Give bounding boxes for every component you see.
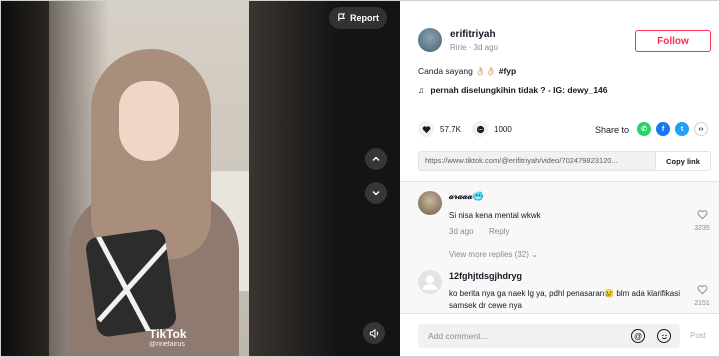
like-count: 57.7K bbox=[440, 124, 461, 134]
report-button[interactable]: Report bbox=[329, 7, 387, 29]
comment-list[interactable]: 𝒶𝓇𝒶𝒶𝒶🥶 Si nisa kena mental wkwk 3d ago R… bbox=[400, 181, 719, 313]
comment-composer: @ Post bbox=[400, 313, 719, 356]
emoji-icon[interactable] bbox=[657, 329, 671, 343]
comment-avatar[interactable] bbox=[418, 191, 442, 215]
tiktok-video-page: TikTok @ririefairus Report erifitriyah R… bbox=[0, 0, 720, 357]
heart-outline-icon bbox=[697, 285, 707, 295]
video-link-box: https://www.tiktok.com/@erifitriyah/vide… bbox=[418, 151, 711, 171]
comment-like-count: 3235 bbox=[694, 225, 710, 232]
music-note-icon: ♫ bbox=[418, 85, 425, 95]
video-link-text[interactable]: https://www.tiktok.com/@erifitriyah/vide… bbox=[419, 152, 655, 170]
like-button[interactable]: 57.7K bbox=[418, 121, 461, 137]
copy-link-button[interactable]: Copy link bbox=[655, 152, 710, 170]
watermark-username: @ririefairus bbox=[149, 341, 185, 348]
follow-button[interactable]: Follow bbox=[635, 30, 711, 52]
comment-author[interactable]: 12fghjtdsgjhdryg bbox=[449, 271, 522, 281]
embed-icon[interactable]: ‹› bbox=[694, 122, 708, 136]
video-person-face bbox=[119, 81, 179, 161]
next-video-button[interactable] bbox=[365, 182, 387, 204]
comment-text: ko berita nya ga naek lg ya, pdhl penasa… bbox=[449, 289, 680, 310]
music-title: pernah diselungkihin tidak ? - IG: dewy_… bbox=[430, 85, 608, 95]
volume-button[interactable] bbox=[363, 322, 385, 344]
video-player[interactable]: TikTok @ririefairus Report bbox=[1, 1, 400, 356]
whatsapp-icon[interactable]: ✆ bbox=[637, 122, 651, 136]
music-link[interactable]: ♫ pernah diselungkihin tidak ? - IG: dew… bbox=[418, 85, 608, 95]
video-pillow bbox=[84, 227, 178, 339]
comment-text: Si nisa kena mental wkwk bbox=[449, 211, 541, 220]
video-frame[interactable] bbox=[49, 1, 249, 356]
video-caption: Canda sayang 👌🏻👌🏻 #fyp bbox=[418, 66, 516, 77]
post-button[interactable]: Post bbox=[690, 331, 706, 340]
video-blur-background-right bbox=[249, 1, 400, 356]
comment-like-button[interactable]: 2151 bbox=[692, 282, 712, 307]
video-blur-background-left bbox=[1, 1, 49, 356]
comment-count: 1000 bbox=[494, 124, 512, 134]
twitter-icon[interactable]: t bbox=[675, 122, 689, 136]
watermark-logo: TikTok bbox=[149, 327, 187, 341]
chevron-down-icon bbox=[372, 191, 380, 196]
comment-like-count: 2151 bbox=[694, 300, 710, 307]
default-user-icon bbox=[422, 275, 438, 290]
author-username[interactable]: erifitriyah bbox=[450, 29, 496, 40]
video-details-panel: erifitriyah Ririe · 3d ago Follow Canda … bbox=[400, 1, 719, 356]
report-label: Report bbox=[350, 13, 379, 23]
hashtag-link[interactable]: #fyp bbox=[499, 66, 516, 76]
author-meta: Ririe · 3d ago bbox=[450, 43, 499, 52]
speaker-icon bbox=[369, 328, 378, 338]
reply-button[interactable]: Reply bbox=[489, 227, 509, 236]
chevron-up-icon bbox=[372, 156, 380, 161]
author-avatar[interactable] bbox=[418, 28, 442, 52]
tiktok-watermark: TikTok @ririefairus bbox=[149, 327, 187, 348]
comment-count-button[interactable]: 1000 bbox=[472, 121, 512, 137]
comment-date: 3d ago bbox=[449, 227, 474, 236]
heart-outline-icon bbox=[697, 210, 707, 220]
comment-author[interactable]: 𝒶𝓇𝒶𝒶𝒶🥶 bbox=[449, 191, 484, 202]
caption-text: Canda sayang 👌🏻👌🏻 bbox=[418, 66, 499, 76]
facebook-icon[interactable]: f bbox=[656, 122, 670, 136]
view-more-replies-button[interactable]: View more replies (32) ⌄ bbox=[449, 250, 538, 259]
comment-like-button[interactable]: 3235 bbox=[692, 207, 712, 232]
comment-icon bbox=[472, 121, 488, 137]
heart-icon bbox=[418, 121, 434, 137]
share-label: Share to bbox=[595, 125, 630, 135]
mention-icon[interactable]: @ bbox=[631, 329, 645, 343]
comment-avatar[interactable] bbox=[418, 270, 442, 294]
previous-video-button[interactable] bbox=[365, 148, 387, 170]
flag-icon bbox=[337, 12, 346, 24]
